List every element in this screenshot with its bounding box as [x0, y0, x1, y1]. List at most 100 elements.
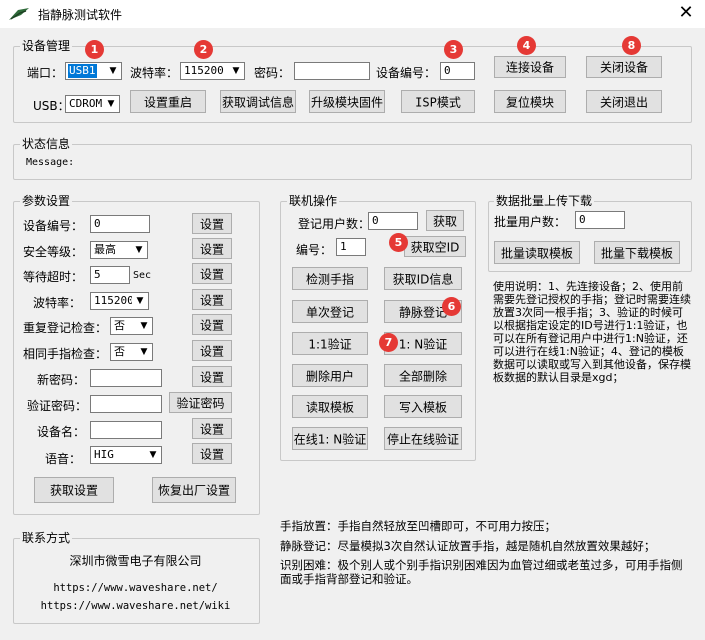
port-value: USB1 — [68, 64, 97, 78]
annotation-badge: 7 — [379, 333, 398, 352]
enrolled-users-label: 登记用户数： — [298, 217, 371, 231]
wait-timeout-label: 等待超时： — [23, 270, 84, 284]
fetch-users-button[interactable]: 获取 — [426, 210, 464, 231]
reset-module-button[interactable]: 复位模块 — [494, 90, 566, 113]
get-debug-info-button[interactable]: 获取调试信息 — [220, 90, 296, 113]
device-management-legend: 设备管理 — [20, 37, 73, 54]
single-enroll-button[interactable]: 单次登记 — [292, 300, 368, 323]
device-number-input[interactable]: 0 — [440, 62, 475, 80]
port-label: 端口： — [27, 66, 64, 80]
batch-users-input[interactable]: 0 — [575, 211, 625, 229]
voice-select[interactable]: HIG ▼ — [90, 446, 162, 464]
new-password-input[interactable] — [90, 369, 162, 387]
stop-online-verify-button[interactable]: 停止在线验证 — [384, 427, 462, 450]
chevron-down-icon: ▼ — [131, 242, 147, 258]
usb-value: CDROM — [69, 97, 103, 110]
set-security-level-button[interactable]: 设置 — [192, 238, 232, 259]
set-timeout-button[interactable]: 设置 — [192, 263, 232, 284]
online-operation-legend: 联机操作 — [287, 192, 340, 209]
duplicate-check-label: 重复登记检查： — [23, 321, 108, 335]
same-finger-check-select[interactable]: 否 ▼ — [110, 343, 153, 361]
annotation-badge: 5 — [389, 233, 408, 252]
set-device-number-button[interactable]: 设置 — [192, 213, 232, 234]
set-same-finger-button[interactable]: 设置 — [192, 340, 232, 361]
device-name-label: 设备名： — [37, 425, 86, 439]
device-name-input[interactable] — [90, 421, 162, 439]
wait-timeout-input[interactable]: 5 — [90, 266, 130, 284]
baud-label: 波特率： — [130, 66, 179, 80]
close-exit-button[interactable]: 关闭退出 — [586, 90, 662, 113]
get-settings-button[interactable]: 获取设置 — [34, 477, 114, 503]
same-finger-check-label: 相同手指检查： — [23, 347, 108, 361]
verify-1-1-button[interactable]: 1:1验证 — [292, 332, 368, 355]
device-number-label: 设备编号： — [376, 66, 437, 80]
usage-instructions: 使用说明：1、先连接设备；2、使用前需要先登记授权的手指；登记时需要连续放置3次… — [493, 280, 691, 384]
chevron-down-icon: ▼ — [132, 293, 148, 309]
annotation-badge: 3 — [444, 40, 463, 59]
contact-legend: 联系方式 — [20, 529, 73, 546]
param-device-number-label: 设备编号： — [23, 219, 84, 233]
set-voice-button[interactable]: 设置 — [192, 443, 232, 464]
timeout-unit: Sec — [133, 270, 152, 281]
tip-finger-placement: 手指放置：手指自然轻放至凹槽即可，不可用力按压； — [280, 519, 556, 533]
enrolled-users-input[interactable]: 0 — [368, 212, 418, 230]
app-logo-icon — [9, 8, 29, 20]
tip-recognition-difficulty: 识别困难：极个别人或个别手指识别困难因为血管过细或老茧过多，可用手指侧面或手指背… — [280, 558, 683, 586]
wiki-link[interactable]: https://www.waveshare.net/wiki — [13, 600, 258, 612]
password-label: 密码： — [254, 66, 291, 80]
set-device-name-button[interactable]: 设置 — [192, 418, 232, 439]
delete-user-button[interactable]: 删除用户 — [292, 364, 368, 387]
baud-select[interactable]: 115200 ▼ — [180, 62, 245, 80]
detect-finger-button[interactable]: 检测手指 — [292, 267, 368, 290]
get-id-info-button[interactable]: 获取ID信息 — [384, 267, 462, 290]
same-finger-check-value: 否 — [114, 345, 125, 358]
port-select[interactable]: USB1 ▼ — [65, 62, 122, 80]
id-number-label: 编号： — [296, 243, 333, 257]
chevron-down-icon: ▼ — [103, 96, 119, 112]
settings-restart-button[interactable]: 设置重启 — [130, 90, 206, 113]
parameter-settings-legend: 参数设置 — [20, 192, 73, 209]
isp-mode-button[interactable]: ISP模式 — [401, 90, 475, 113]
chevron-down-icon: ▼ — [136, 344, 152, 360]
factory-reset-button[interactable]: 恢复出厂设置 — [152, 477, 236, 503]
annotation-badge: 2 — [194, 40, 213, 59]
security-level-value: 最高 — [94, 243, 116, 256]
connect-device-button[interactable]: 连接设备 — [494, 56, 566, 78]
usb-select[interactable]: CDROM ▼ — [65, 95, 120, 113]
batch-read-template-button[interactable]: 批量读取模板 — [494, 241, 580, 264]
batch-download-template-button[interactable]: 批量下载模板 — [594, 241, 680, 264]
write-template-button[interactable]: 写入模板 — [384, 395, 462, 418]
security-level-label: 安全等级： — [23, 245, 84, 259]
param-baud-select[interactable]: 115200 ▼ — [90, 292, 149, 310]
voice-label: 语音： — [45, 452, 82, 466]
verify-password-button[interactable]: 验证密码 — [169, 392, 232, 413]
duplicate-check-select[interactable]: 否 ▼ — [110, 317, 153, 335]
id-number-input[interactable]: 1 — [336, 238, 366, 256]
set-baud-button[interactable]: 设置 — [192, 289, 232, 310]
close-device-button[interactable]: 关闭设备 — [586, 56, 662, 78]
param-device-number-input[interactable]: 0 — [90, 215, 150, 233]
close-icon[interactable]: ✕ — [676, 2, 696, 24]
voice-value: HIG — [94, 448, 114, 461]
verify-password-input[interactable] — [90, 395, 162, 413]
upgrade-firmware-button[interactable]: 升级模块固件 — [309, 90, 385, 113]
chevron-down-icon: ▼ — [136, 318, 152, 334]
status-group — [13, 144, 692, 180]
delete-all-button[interactable]: 全部删除 — [384, 364, 462, 387]
annotation-badge: 1 — [85, 40, 104, 59]
set-duplicate-check-button[interactable]: 设置 — [192, 314, 232, 335]
tip-vein-enroll: 静脉登记：尽量模拟3次自然认证放置手指，越是随机自然放置效果越好； — [280, 539, 656, 553]
online-1-n-verify-button[interactable]: 在线1: N验证 — [292, 427, 368, 450]
param-baud-value: 115200 — [94, 294, 134, 307]
set-new-password-button[interactable]: 设置 — [192, 366, 232, 387]
status-message: Message: — [26, 157, 75, 168]
website-link[interactable]: https://www.waveshare.net/ — [13, 582, 258, 594]
verify-password-label: 验证密码： — [27, 399, 88, 413]
company-name: 深圳市微雪电子有限公司 — [69, 554, 202, 568]
duplicate-check-value: 否 — [114, 319, 125, 332]
get-empty-id-button[interactable]: 获取空ID — [404, 236, 466, 257]
security-level-select[interactable]: 最高 ▼ — [90, 241, 148, 259]
password-input[interactable] — [294, 62, 370, 80]
read-template-button[interactable]: 读取模板 — [292, 395, 368, 418]
baud-value: 115200 — [184, 64, 224, 77]
